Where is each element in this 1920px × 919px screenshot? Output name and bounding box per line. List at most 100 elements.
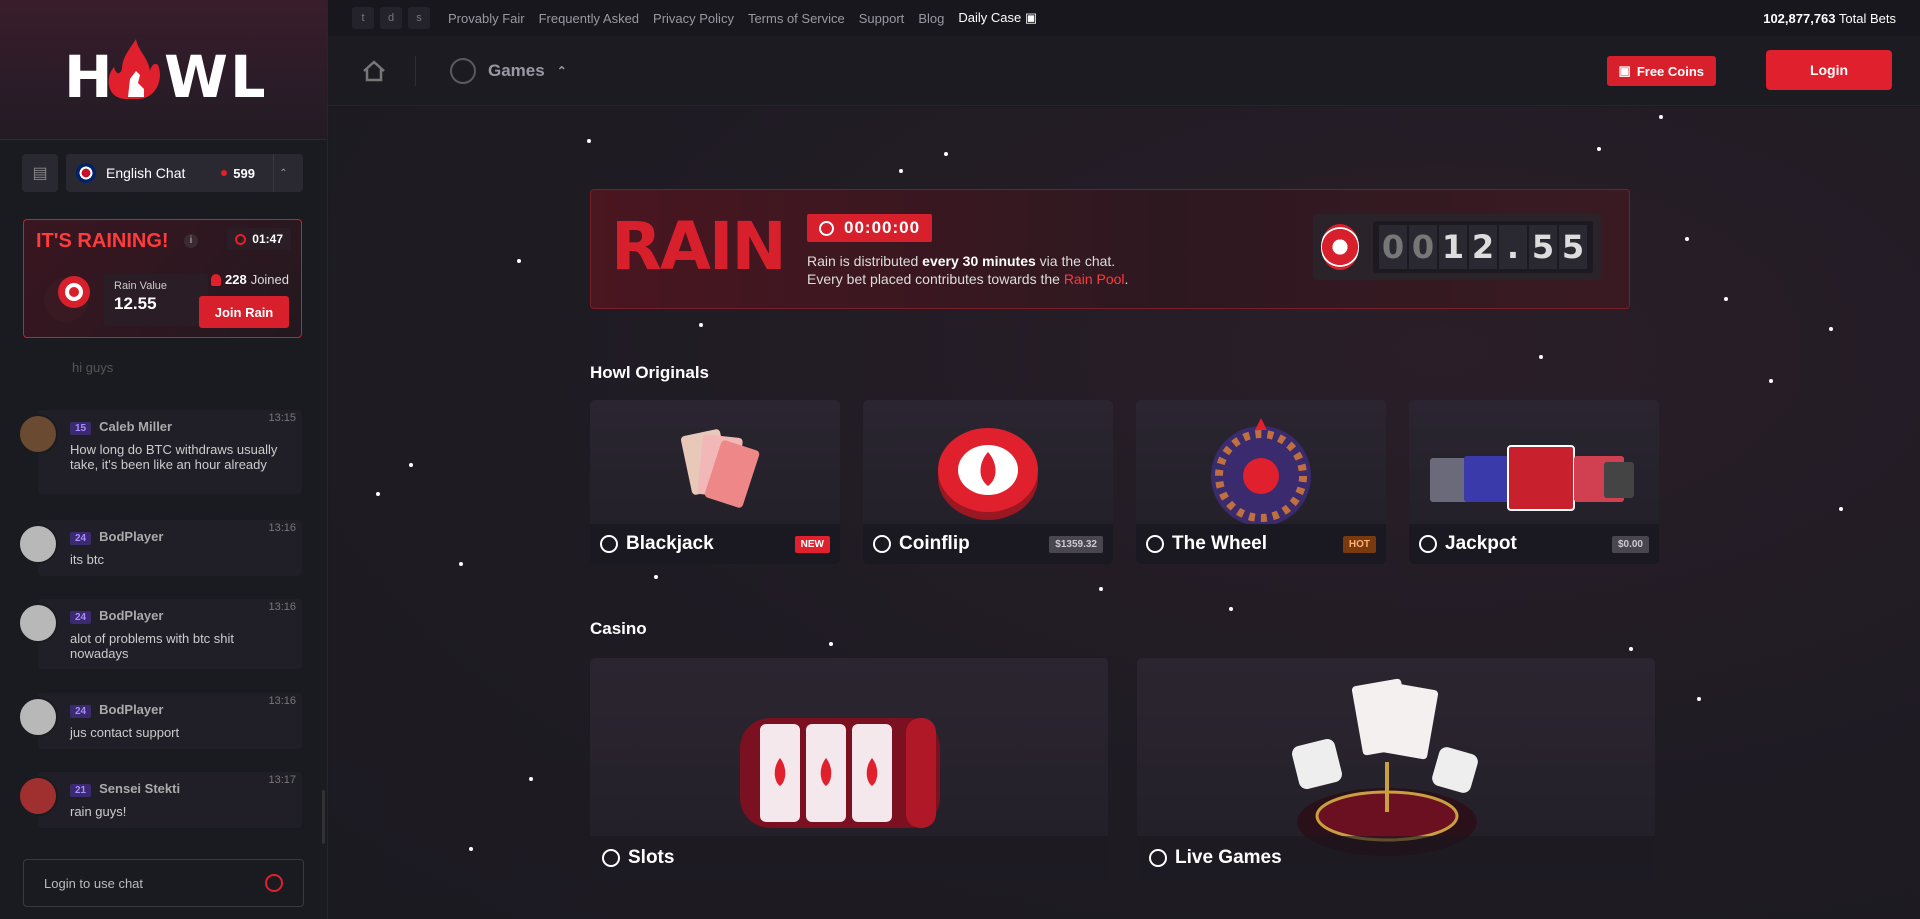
link-provably-fair[interactable]: Provably Fair bbox=[448, 11, 525, 26]
join-rain-button[interactable]: Join Rain bbox=[199, 296, 289, 328]
app-root: H WL ▤ English Chat 599 ⌃ IT'S RAINING! … bbox=[0, 0, 1920, 919]
message-text: rain guys! bbox=[70, 804, 127, 819]
message-text: How long do BTC withdraws usually take, … bbox=[70, 442, 278, 472]
online-dot-icon bbox=[221, 170, 228, 176]
link-support[interactable]: Support bbox=[859, 11, 905, 26]
chat-rules-button[interactable]: ▤ bbox=[22, 154, 58, 192]
game-card-slots[interactable]: Slots bbox=[590, 658, 1108, 880]
free-coins-button[interactable]: ▣ Free Coins bbox=[1606, 56, 1716, 86]
top-links-bar: t d s Provably Fair Frequently Asked Pri… bbox=[328, 0, 1920, 36]
game-card-coinflip[interactable]: Coinflip $1359.32 bbox=[863, 400, 1113, 564]
line1-post: via the chat. bbox=[1035, 253, 1116, 269]
username[interactable]: BodPlayer bbox=[99, 608, 163, 623]
discord-icon[interactable]: d bbox=[380, 7, 402, 29]
info-icon[interactable]: i bbox=[184, 234, 198, 248]
chat-messages[interactable]: hi guys 15 Caleb Miller 13:15 How long do… bbox=[0, 352, 326, 832]
wheel-small-icon bbox=[1146, 535, 1164, 553]
rain-pool-counter: 0 0 1 2 . 5 5 bbox=[1313, 214, 1601, 280]
link-blog[interactable]: Blog bbox=[918, 11, 944, 26]
jackpot-small-icon bbox=[1419, 535, 1437, 553]
originals-title: Howl Originals bbox=[590, 363, 710, 382]
game-card-blackjack[interactable]: Blackjack NEW bbox=[590, 400, 840, 564]
snow-dot bbox=[1724, 297, 1728, 301]
link-privacy[interactable]: Privacy Policy bbox=[653, 11, 734, 26]
chat-message: 24 BodPlayer 13:16 its btc bbox=[18, 520, 302, 576]
counter-digit: . bbox=[1499, 225, 1527, 269]
game-card-wheel[interactable]: The Wheel HOT bbox=[1136, 400, 1386, 564]
line2-pre: Every bet placed contributes towards the bbox=[807, 271, 1064, 287]
avatar[interactable] bbox=[18, 524, 58, 564]
clock-icon bbox=[819, 220, 834, 236]
snow-dot bbox=[529, 777, 533, 781]
avatar[interactable] bbox=[18, 414, 58, 454]
message-time: 13:17 bbox=[268, 774, 296, 786]
message-text: jus contact support bbox=[70, 725, 180, 740]
rain-timer: 01:47 bbox=[227, 228, 291, 250]
avatar[interactable] bbox=[18, 697, 58, 737]
game-name: Live Games bbox=[1175, 847, 1282, 868]
game-name: Jackpot bbox=[1445, 533, 1517, 554]
live-games-icon bbox=[1149, 849, 1167, 867]
game-name: The Wheel bbox=[1172, 533, 1268, 554]
line2-post: . bbox=[1124, 271, 1129, 287]
game-name: Coinflip bbox=[899, 533, 970, 554]
username[interactable]: Sensei Stekti bbox=[99, 781, 180, 796]
avatar[interactable] bbox=[18, 603, 58, 643]
rain-joined: 228 Joined bbox=[210, 272, 289, 287]
uk-flag-icon bbox=[76, 163, 96, 183]
logo[interactable]: H WL bbox=[0, 0, 327, 140]
faded-message: hi guys bbox=[72, 360, 114, 375]
steam-icon[interactable]: s bbox=[408, 7, 430, 29]
daily-case-label: Daily Case bbox=[958, 10, 1022, 25]
snow-dot bbox=[409, 463, 413, 467]
home-icon[interactable] bbox=[362, 60, 386, 82]
username[interactable]: BodPlayer bbox=[99, 529, 163, 544]
rain-value: 12.55 bbox=[114, 294, 157, 313]
login-button[interactable]: Login bbox=[1766, 50, 1892, 90]
chat-room-selector[interactable]: English Chat 599 ⌃ bbox=[66, 154, 303, 192]
snow-dot bbox=[459, 562, 463, 566]
chevron-up-icon[interactable]: ⌃ bbox=[273, 154, 293, 192]
snow-dot bbox=[1629, 647, 1633, 651]
snow-dot bbox=[587, 139, 591, 143]
chat-sidebar: H WL ▤ English Chat 599 ⌃ IT'S RAINING! … bbox=[0, 0, 328, 919]
user-icon bbox=[210, 273, 221, 286]
counter-digit: 2 bbox=[1469, 225, 1497, 269]
casino-title: Casino bbox=[590, 619, 647, 638]
level-badge: 21 bbox=[70, 784, 92, 797]
avatar[interactable] bbox=[18, 776, 58, 816]
message-time: 13:16 bbox=[268, 522, 296, 534]
snow-dot bbox=[1659, 115, 1663, 119]
snow-dot bbox=[469, 847, 473, 851]
game-card-jackpot[interactable]: Jackpot $0.00 bbox=[1409, 400, 1659, 564]
snow-dot bbox=[517, 259, 521, 263]
game-card-live-games[interactable]: Live Games bbox=[1137, 658, 1655, 880]
message-text: alot of problems with btc shit nowadays bbox=[70, 631, 235, 661]
daily-case-link[interactable]: Daily Case ▣ bbox=[958, 10, 1037, 26]
snow-dot bbox=[654, 575, 658, 579]
chat-scrollbar[interactable] bbox=[322, 790, 325, 844]
username[interactable]: Caleb Miller bbox=[99, 419, 172, 434]
rain-pool-link[interactable]: Rain Pool bbox=[1064, 271, 1125, 287]
rain-value-box: Rain Value 12.55 bbox=[104, 274, 208, 326]
free-coins-label: Free Coins bbox=[1636, 63, 1704, 79]
snow-dot bbox=[376, 492, 380, 496]
coin-icon bbox=[938, 428, 1038, 520]
rain-timer-value: 01:47 bbox=[252, 232, 283, 246]
counter-digit: 1 bbox=[1439, 225, 1467, 269]
snow-dot bbox=[1685, 237, 1689, 241]
chat-input[interactable]: Login to use chat bbox=[23, 859, 304, 907]
link-terms[interactable]: Terms of Service bbox=[748, 11, 845, 26]
games-icon bbox=[450, 58, 476, 84]
games-menu[interactable]: Games ⌃ bbox=[450, 58, 567, 84]
game-tag: HOT bbox=[1342, 535, 1376, 553]
emoji-icon[interactable] bbox=[265, 874, 283, 892]
counter-digits: 0 0 1 2 . 5 5 bbox=[1373, 221, 1593, 273]
coinflip-icon bbox=[873, 535, 891, 553]
chat-input-placeholder: Login to use chat bbox=[44, 875, 144, 891]
twitter-icon[interactable]: t bbox=[352, 7, 374, 29]
username[interactable]: BodPlayer bbox=[99, 702, 163, 717]
link-faq[interactable]: Frequently Asked bbox=[539, 11, 639, 26]
snow-dot bbox=[1229, 607, 1233, 611]
rain-title: IT'S RAINING! bbox=[36, 230, 169, 252]
